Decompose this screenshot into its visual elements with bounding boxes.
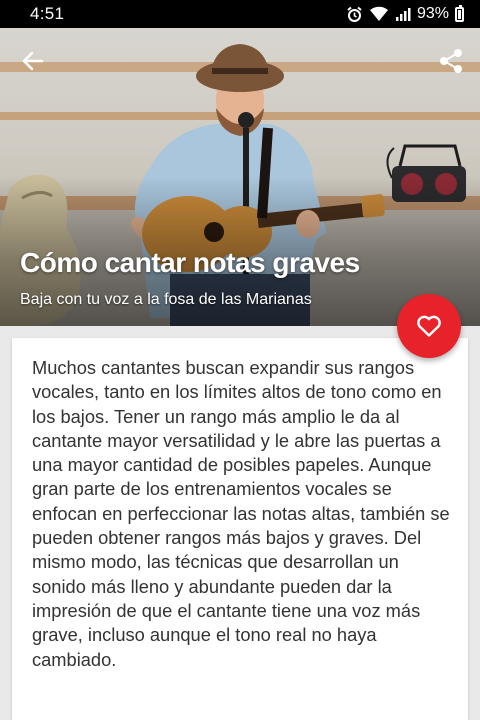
- app-screen: 4:51 93% Cómo cantar notas graves Baja c…: [0, 0, 480, 720]
- status-bar: 4:51 93%: [0, 0, 480, 28]
- article-body: Muchos cantantes buscan expandir sus ran…: [32, 357, 450, 670]
- share-icon[interactable]: [436, 46, 466, 76]
- hero-image: Cómo cantar notas graves Baja con tu voz…: [0, 28, 480, 326]
- page-title: Cómo cantar notas graves: [20, 247, 360, 278]
- page-subtitle: Baja con tu voz a la fosa de las Mariana…: [20, 291, 312, 308]
- signal-icon: [395, 8, 411, 21]
- heart-outline-icon: [417, 315, 441, 337]
- status-icons: 93%: [346, 4, 464, 24]
- status-time: 4:51: [30, 4, 65, 23]
- battery-icon: [455, 4, 464, 22]
- favorite-button[interactable]: [397, 294, 461, 358]
- wifi-icon: [369, 6, 388, 22]
- article-card: Muchos cantantes buscan expandir sus ran…: [12, 338, 468, 720]
- battery-percent: 93%: [416, 5, 449, 22]
- back-arrow-icon[interactable]: [18, 46, 48, 76]
- alarm-icon: [347, 6, 362, 22]
